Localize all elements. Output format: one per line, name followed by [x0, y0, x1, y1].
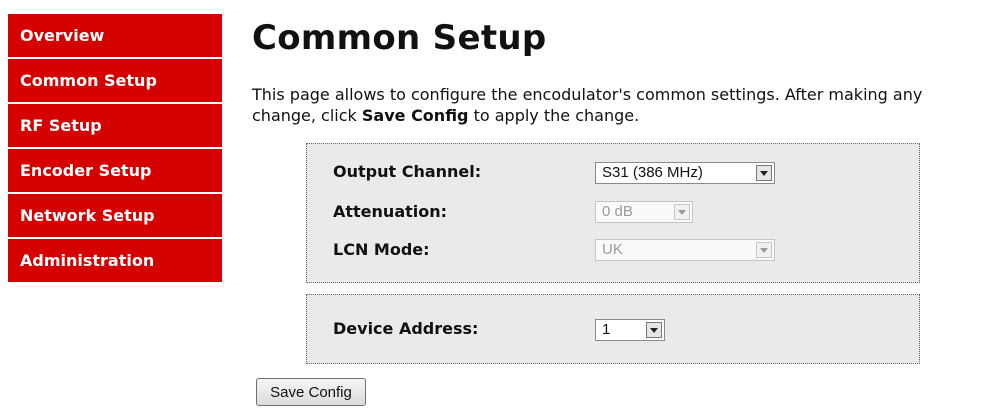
save-config-button[interactable]: Save Config	[256, 378, 366, 406]
sidebar-item-common-setup[interactable]: Common Setup	[8, 59, 222, 103]
intro-text-end: to apply the change.	[468, 106, 640, 125]
common-settings-panel: Output Channel: S31 (386 MHz) Attenuatio…	[306, 143, 920, 283]
sidebar-item-overview[interactable]: Overview	[8, 14, 222, 58]
attenuation-value: 0 dB	[602, 203, 633, 220]
lcn-mode-value: UK	[602, 241, 623, 258]
attenuation-label: Attenuation:	[333, 202, 448, 221]
attenuation-select[interactable]: 0 dB	[595, 201, 693, 223]
intro-text: This page allows to configure the encodu…	[252, 84, 982, 126]
sidebar-item-encoder-setup[interactable]: Encoder Setup	[8, 149, 222, 193]
intro-save-config-text: Save Config	[361, 106, 469, 125]
lcn-mode-label: LCN Mode:	[333, 240, 430, 259]
chevron-down-icon	[756, 242, 772, 258]
device-address-select[interactable]: 1	[595, 319, 665, 341]
lcn-mode-select[interactable]: UK	[595, 239, 775, 261]
sidebar-item-network-setup[interactable]: Network Setup	[8, 194, 222, 238]
chevron-down-icon	[756, 165, 772, 181]
device-address-value: 1	[602, 321, 611, 338]
device-address-panel: Device Address: 1	[306, 294, 920, 364]
sidebar-nav: Overview Common Setup RF Setup Encoder S…	[8, 14, 222, 284]
sidebar-item-rf-setup[interactable]: RF Setup	[8, 104, 222, 148]
sidebar-item-administration[interactable]: Administration	[8, 239, 222, 283]
chevron-down-icon	[646, 322, 662, 338]
page-title: Common Setup	[252, 18, 547, 58]
main-content: Common Setup This page allows to configu…	[252, 14, 982, 406]
output-channel-select[interactable]: S31 (386 MHz)	[595, 162, 775, 184]
device-address-label: Device Address:	[333, 319, 479, 338]
chevron-down-icon	[674, 204, 690, 220]
output-channel-label: Output Channel:	[333, 162, 482, 181]
output-channel-value: S31 (386 MHz)	[602, 164, 703, 181]
